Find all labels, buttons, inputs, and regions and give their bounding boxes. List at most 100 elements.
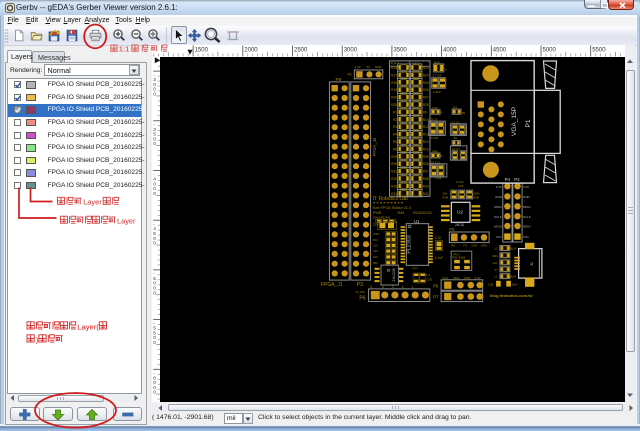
- svg-text:R20: R20: [391, 96, 397, 100]
- svg-text:0.1uF: 0.1uF: [431, 136, 439, 140]
- svg-text:GND: GND: [523, 195, 531, 199]
- svg-text:SCLK: SCLK: [523, 215, 531, 219]
- svg-text:0: 0: [153, 141, 156, 147]
- svg-text:J1: J1: [530, 262, 534, 266]
- svg-text:P1: P1: [525, 119, 532, 127]
- svg-text:R6: R6: [393, 147, 397, 151]
- svg-text:See FPGA Shield V1.0: See FPGA Shield V1.0: [373, 206, 411, 210]
- svg-text:R36: R36: [423, 162, 429, 166]
- svg-text:blog.itrobotics.com.tw: blog.itrobotics.com.tw: [490, 293, 534, 298]
- svg-text:R13: R13: [423, 133, 429, 137]
- svg-text:CS?: CS?: [496, 235, 502, 239]
- svg-text:0.4uF: 0.4uF: [435, 176, 443, 180]
- svg-text:C16: C16: [373, 249, 378, 253]
- svg-text:MISO: MISO: [523, 225, 531, 229]
- svg-text:R25: R25: [391, 103, 397, 107]
- svg-text:26C51: 26C51: [455, 223, 465, 227]
- svg-text:R40: R40: [423, 192, 429, 196]
- svg-text:C14: C14: [373, 244, 378, 248]
- svg-text:P2: P2: [514, 177, 520, 182]
- svg-text:SCL: SCL: [443, 276, 449, 280]
- svg-text:R26: R26: [423, 81, 429, 85]
- svg-text:L2: L2: [495, 247, 498, 251]
- svg-text:R16: R16: [391, 66, 397, 70]
- svg-text:220k: 220k: [373, 223, 380, 227]
- svg-text:0.1uF: 0.1uF: [435, 256, 443, 260]
- svg-text:R12: R12: [423, 125, 429, 129]
- svg-text:R4B: R4B: [473, 196, 479, 200]
- svg-text:4500: 4500: [493, 48, 507, 54]
- svg-text:R49: R49: [398, 211, 405, 215]
- svg-text:FPGA_J1: FPGA_J1: [321, 282, 343, 288]
- svg-text:TX: TX: [463, 243, 467, 247]
- svg-text:5V: 5V: [367, 65, 371, 69]
- svg-text:R29: R29: [391, 155, 397, 159]
- svg-text:3.3V: 3.3V: [355, 65, 361, 69]
- svg-text:220k: 220k: [373, 232, 379, 236]
- svg-text:MISO: MISO: [494, 205, 502, 209]
- svg-text:PL2303: PL2303: [407, 235, 413, 254]
- svg-text:R14: R14: [423, 140, 429, 144]
- svg-text:R35: R35: [423, 155, 429, 159]
- svg-text:P5: P5: [449, 227, 455, 232]
- svg-text:U2: U2: [457, 209, 463, 214]
- svg-text:0: 0: [153, 290, 156, 296]
- svg-text:C12: C12: [435, 236, 441, 240]
- svg-text:1500: 1500: [195, 48, 209, 54]
- svg-text:R1: R1: [393, 110, 397, 114]
- svg-text:5500: 5500: [592, 48, 606, 54]
- svg-text:5000: 5000: [543, 48, 557, 54]
- svg-text:P6: P6: [359, 296, 365, 302]
- svg-text:R27: R27: [423, 96, 429, 100]
- svg-text:3.3V: 3.3V: [496, 185, 502, 189]
- svg-text:0: 0: [153, 241, 156, 247]
- svg-text:VGA_15P: VGA_15P: [511, 106, 518, 136]
- svg-text:3.3V: 3.3V: [523, 185, 529, 189]
- svg-text:3500: 3500: [393, 48, 407, 54]
- svg-text:MOSI: MOSI: [494, 225, 502, 229]
- svg-text:C2 C4: C2 C4: [452, 147, 461, 151]
- svg-text:3000: 3000: [344, 48, 358, 54]
- svg-text:SCLK: SCLK: [494, 215, 502, 219]
- svg-text:P8: P8: [433, 283, 439, 288]
- svg-text:0: 0: [153, 340, 156, 346]
- svg-text:GND: GND: [495, 195, 503, 199]
- svg-text:C1B: C1B: [488, 282, 493, 286]
- svg-text:R9: R9: [423, 110, 427, 114]
- svg-text:R10: R10: [423, 118, 429, 122]
- svg-text:0.1: 0.1: [426, 273, 430, 277]
- svg-text:R38: R38: [423, 177, 429, 181]
- svg-text:P3: P3: [357, 282, 363, 288]
- svg-text:0: 0: [153, 92, 156, 98]
- svg-text:P9: P9: [336, 77, 342, 82]
- svg-text:BLM: BLM: [510, 247, 516, 251]
- svg-text:C1B: C1B: [426, 277, 432, 281]
- svg-text:L1: L1: [495, 275, 498, 279]
- svg-text:GND: GND: [375, 65, 383, 69]
- svg-text:P4: P4: [505, 177, 511, 182]
- svg-text:GND: GND: [481, 243, 489, 247]
- svg-text:R31: R31: [391, 170, 397, 174]
- svg-text:K1: K1: [348, 73, 352, 77]
- svg-text:4000: 4000: [443, 48, 457, 54]
- svg-text:9M4: 9M4: [492, 254, 498, 258]
- svg-text:XTT: XTT: [412, 266, 418, 270]
- svg-text:R15: R15: [423, 147, 429, 151]
- svg-text:MISO: MISO: [523, 205, 531, 209]
- svg-text:R26: R26: [423, 88, 429, 92]
- svg-text:24LC08: 24LC08: [392, 268, 396, 281]
- svg-text:CS1: CS1: [523, 235, 529, 239]
- svg-text:PA2: PA2: [373, 238, 378, 242]
- svg-text:3.3V: 3.3V: [474, 276, 480, 280]
- svg-text:PWB: PWB: [373, 211, 382, 215]
- svg-text:P7: P7: [433, 295, 439, 300]
- svg-text:R5: R5: [393, 140, 397, 144]
- svg-text:C7 C8: C7 C8: [433, 74, 442, 78]
- svg-text:R2: R2: [393, 118, 397, 122]
- svg-text:2G1: 2G1: [493, 261, 499, 265]
- svg-text:50: 50: [462, 111, 466, 115]
- svg-text:3.3V: 3.3V: [471, 243, 477, 247]
- svg-text:R50: R50: [373, 261, 378, 265]
- svg-text:0.2uF: 0.2uF: [433, 90, 441, 94]
- svg-text:RN4: RN4: [443, 196, 449, 200]
